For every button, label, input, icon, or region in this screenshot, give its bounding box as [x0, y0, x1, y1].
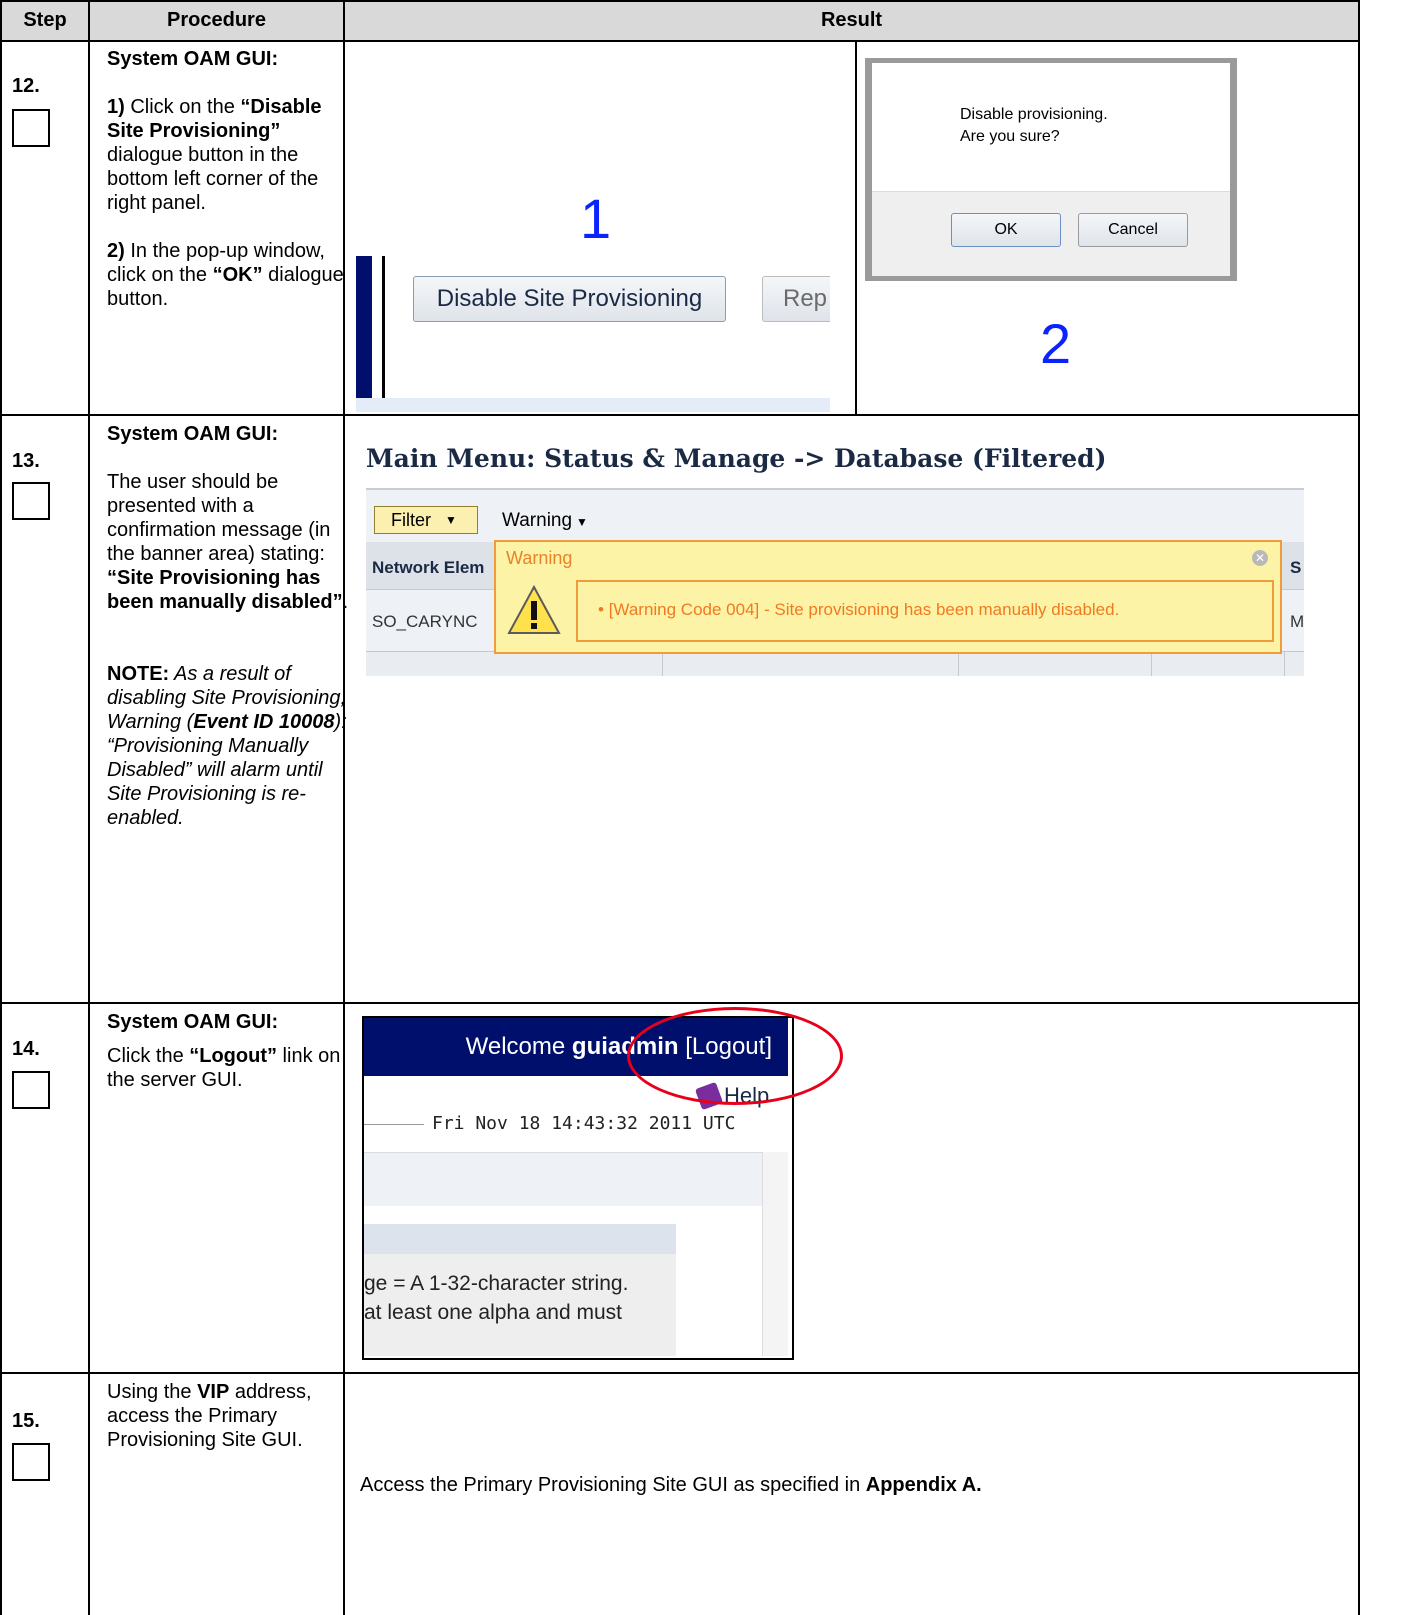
warning-popup-title: Warning [506, 548, 573, 568]
dialog-message-line-2: Are you sure? [960, 128, 1060, 145]
step-checkbox[interactable] [12, 482, 50, 520]
table-border [0, 414, 1360, 416]
procedure-description: Click the “Logout” link on the server GU… [107, 1045, 341, 1091]
panel-divider [382, 256, 385, 398]
column-divider [662, 652, 663, 676]
field-description-line-1: ge = A 1-32-character string. [364, 1272, 629, 1295]
step-checkbox[interactable] [12, 1071, 50, 1109]
disable-button-screenshot: Disable Site Provisioning Rep [356, 256, 830, 412]
header-step: Step [23, 8, 67, 31]
dialog-body [872, 63, 1230, 191]
header-result: Result [820, 8, 883, 31]
result-divider [855, 40, 857, 414]
header-procedure: Procedure [167, 8, 266, 31]
dialog-message-line-1: Disable provisioning. [960, 106, 1108, 123]
step-number: 12. [12, 75, 40, 97]
warning-menu[interactable]: Warning ▼ [502, 510, 588, 532]
table-border [88, 0, 90, 1615]
procedure-title: System OAM GUI: [107, 48, 279, 70]
date-time: Fri Nov 18 14:43:32 2011 UTC [432, 1113, 736, 1134]
table-border [0, 1372, 1360, 1374]
column-divider [1284, 652, 1285, 676]
procedure-title: System OAM GUI: [107, 1011, 279, 1033]
confirm-dialog-screenshot: Disable provisioning. Are you sure? OK C… [865, 58, 1237, 281]
chevron-down-icon: ▼ [445, 513, 457, 527]
step-number: 14. [12, 1038, 40, 1060]
navy-panel-edge [356, 256, 372, 398]
scrollbar[interactable] [762, 1152, 788, 1356]
dialog-ok-button[interactable]: OK [951, 213, 1061, 247]
chevron-down-icon: ▼ [576, 515, 588, 529]
column-header-network-element: Network Elem [372, 558, 485, 577]
column-divider [958, 652, 959, 676]
table-cell-network-element: SO_CARYNC [372, 612, 478, 631]
table-border [0, 0, 2, 1615]
annotation-number-2: 2 [1040, 312, 1072, 375]
step-checkbox[interactable] [12, 109, 50, 147]
database-warning-screenshot: Filter ▼ Warning ▼ Network Elem S SO_CARY… [366, 488, 1304, 676]
panel-header [364, 1224, 676, 1254]
highlight-circle [627, 1007, 843, 1105]
step-number: 15. [12, 1410, 40, 1432]
warning-message: • [Warning Code 004] - Site provisioning… [598, 600, 1120, 619]
table-cell-status: M [1290, 612, 1304, 631]
result-text: Access the Primary Provisioning Site GUI… [360, 1474, 982, 1496]
table-border [1358, 0, 1360, 1615]
procedure-text: System OAM GUI: 1) Click on the “Disable… [107, 47, 352, 311]
warning-message-box: • [Warning Code 004] - Site provisioning… [576, 580, 1274, 642]
report-button[interactable]: Rep [762, 276, 830, 322]
annotation-number-1: 1 [580, 187, 612, 250]
disable-site-provisioning-button[interactable]: Disable Site Provisioning [413, 276, 726, 322]
procedure-description: The user should be presented with a conf… [107, 471, 349, 613]
procedure-description: Using the VIP address, access the Primar… [107, 1381, 312, 1451]
header-rule [364, 1124, 424, 1125]
filter-button[interactable]: Filter ▼ [374, 506, 478, 534]
table-border [0, 1002, 1360, 1004]
procedure-step-1: 1) Click on the “Disable Site Provisioni… [107, 96, 322, 214]
table-row [366, 652, 1304, 676]
field-description-line-2: at least one alpha and must [364, 1301, 623, 1324]
procedure-step-2: 2) In the pop-up window, click on the “O… [107, 240, 344, 310]
procedure-text: System OAM GUI: Click the “Logout” link … [107, 1010, 352, 1092]
close-icon[interactable]: ✕ [1252, 550, 1268, 566]
procedure-title: System OAM GUI: [107, 423, 279, 445]
step-checkbox[interactable] [12, 1443, 50, 1481]
procedure-text: Using the VIP address, access the Primar… [107, 1380, 352, 1452]
procedure-text: System OAM GUI: The user should be prese… [107, 422, 352, 830]
procedure-note: NOTE: As a result of disabling Site Prov… [107, 663, 347, 829]
step-number: 13. [12, 450, 40, 472]
warning-popup: Warning ✕ • [Warning Code 004] - Site pr… [494, 540, 1282, 654]
column-divider [1151, 652, 1152, 676]
warning-icon [506, 584, 562, 636]
dialog-cancel-button[interactable]: Cancel [1078, 213, 1188, 247]
screenshot-bottom-strip [356, 398, 830, 412]
column-header-status: S [1290, 558, 1302, 577]
table-border [0, 40, 1360, 42]
menu-bar [364, 1152, 762, 1206]
page-title: Main Menu: Status & Manage -> Database (… [366, 444, 1107, 473]
